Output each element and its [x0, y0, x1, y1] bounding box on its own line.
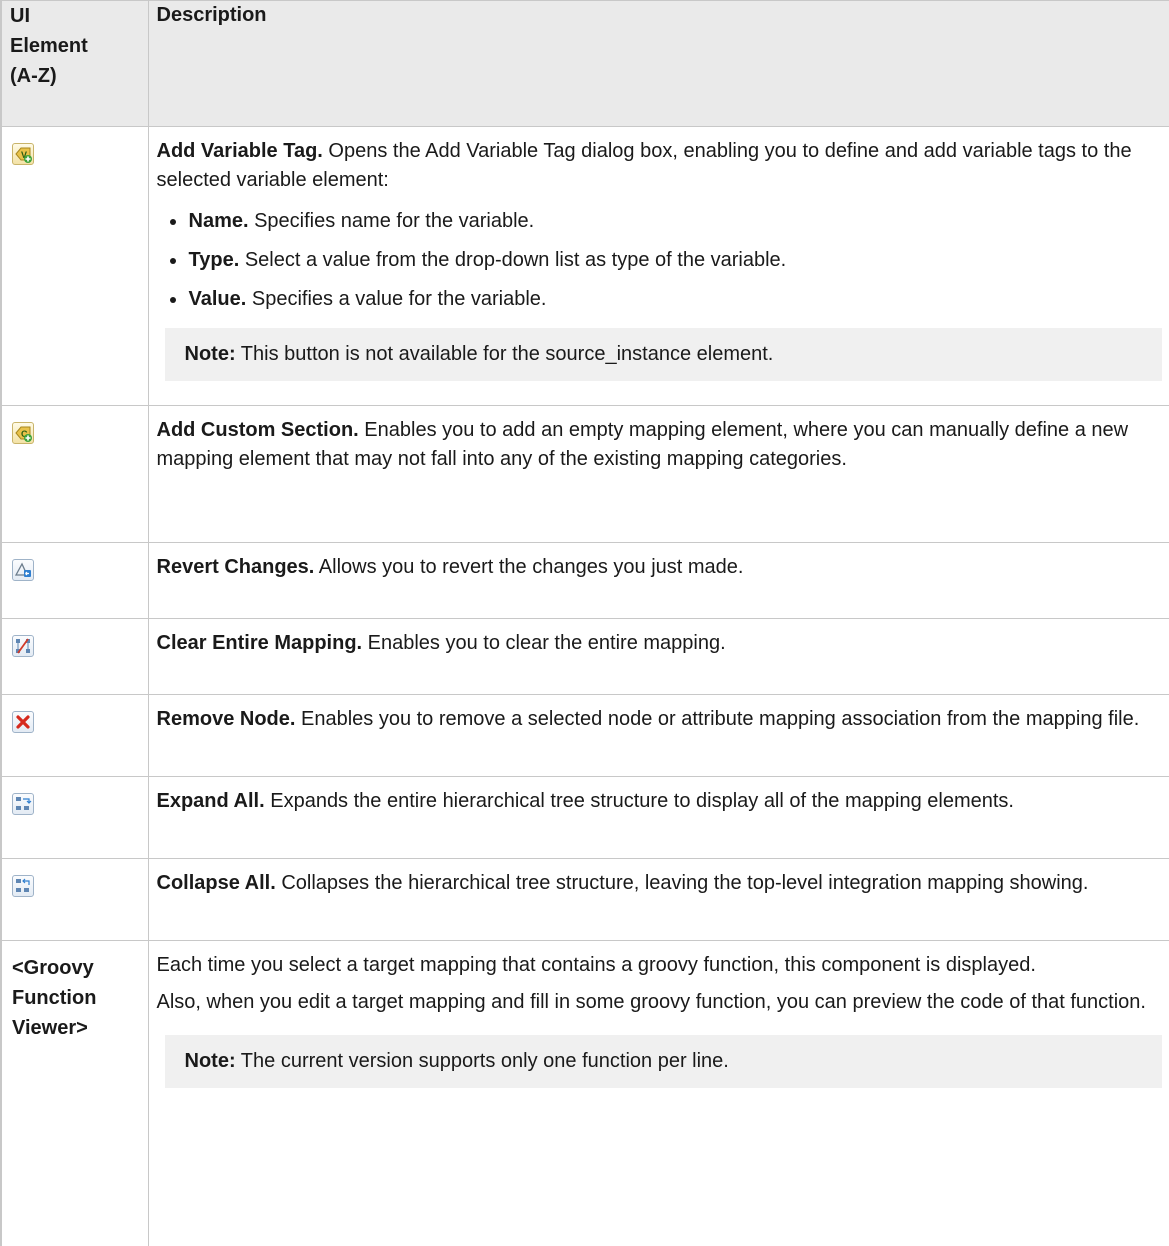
header-ui-element: UI Element (A-Z) [0, 0, 149, 127]
description-text: Collapse All. Collapses the hierarchical… [157, 869, 1163, 898]
element-description: Expands the entire hierarchical tree str… [264, 790, 1014, 812]
ui-element-cell: V [0, 126, 149, 406]
description-cell: Collapse All. Collapses the hierarchical… [147, 858, 1169, 941]
element-description: Enables you to remove a selected node or… [295, 708, 1140, 730]
description-cell: Remove Node. Enables you to remove a sel… [147, 694, 1169, 777]
element-description: Collapses the hierarchical tree structur… [275, 872, 1089, 894]
ui-elements-table: UI Element (A-Z) Description V Add Varia… [0, 0, 1169, 1246]
header-ui-element-line: UI [10, 5, 30, 27]
description-cell: Add Custom Section. Enables you to add a… [147, 405, 1169, 543]
expand-all-icon [12, 793, 34, 815]
table-row: Revert Changes. Allows you to revert the… [0, 542, 1169, 619]
description-cell: Expand All. Expands the entire hierarchi… [147, 776, 1169, 859]
ui-element-cell [0, 694, 149, 777]
header-description: Description [147, 0, 1169, 127]
element-title: Expand All. [156, 790, 265, 812]
remove-node-icon [12, 711, 34, 733]
element-title: Add Variable Tag. [156, 140, 323, 162]
description-text: Add Custom Section. Enables you to add a… [157, 416, 1163, 474]
description-cell: Revert Changes. Allows you to revert the… [147, 542, 1169, 619]
list-item: Type. Select a value from the drop-down … [157, 246, 1163, 275]
ui-element-cell [0, 618, 149, 695]
element-description: Enables you to clear the entire mapping. [362, 632, 726, 654]
list-item-title: Value. [188, 288, 247, 310]
note-box: Note: The current version supports only … [164, 1035, 1162, 1088]
table-row: <Groovy Function Viewer> Each time you s… [0, 940, 1169, 1246]
table-row: Expand All. Expands the entire hierarchi… [0, 776, 1169, 859]
element-title: Add Custom Section. [156, 419, 359, 441]
element-label-line: Viewer> [12, 1017, 88, 1039]
header-ui-element-line: (A-Z) [10, 65, 57, 87]
table-row: V Add Variable Tag. Opens the Add Variab… [0, 126, 1169, 406]
list-item-title: Name. [188, 210, 249, 232]
table-row: Remove Node. Enables you to remove a sel… [0, 694, 1169, 777]
element-title: Collapse All. [156, 872, 276, 894]
revert-changes-icon [12, 559, 34, 581]
add-variable-tag-icon: V [12, 143, 34, 165]
element-label-line: Function [12, 987, 97, 1009]
add-custom-section-icon: C [12, 422, 34, 444]
ui-element-cell [0, 776, 149, 859]
table-row: C Add Custom Section. Enables you to add… [0, 405, 1169, 543]
list-item-text: Specifies name for the variable. [248, 210, 535, 232]
description-text: Expand All. Expands the entire hierarchi… [157, 787, 1163, 816]
description-text: Remove Node. Enables you to remove a sel… [157, 705, 1163, 734]
description-cell: Add Variable Tag. Opens the Add Variable… [147, 126, 1169, 406]
ui-element-cell: <Groovy Function Viewer> [0, 940, 149, 1246]
element-description: Allows you to revert the changes you jus… [314, 556, 744, 578]
list-item-text: Specifies a value for the variable. [246, 288, 547, 310]
table-row: Collapse All. Collapses the hierarchical… [0, 858, 1169, 941]
element-label-line: <Groovy [12, 957, 94, 979]
description-text: Each time you select a target mapping th… [156, 954, 1036, 976]
list-item-title: Type. [188, 249, 240, 271]
list-item-text: Select a value from the drop-down list a… [239, 249, 787, 271]
clear-entire-mapping-icon [12, 635, 34, 657]
table-row: Clear Entire Mapping. Enables you to cle… [0, 618, 1169, 695]
note-text: This button is not available for the sou… [235, 343, 774, 365]
note-box: Note: This button is not available for t… [164, 328, 1162, 381]
description-text: Clear Entire Mapping. Enables you to cle… [157, 629, 1163, 658]
description-text: Revert Changes. Allows you to revert the… [157, 553, 1163, 582]
note-text: The current version supports only one fu… [235, 1050, 729, 1072]
note-label: Note: [184, 343, 236, 365]
ui-element-cell: C [0, 405, 149, 543]
option-list: Name. Specifies name for the variable. T… [157, 207, 1163, 314]
description-cell: Each time you select a target mapping th… [147, 940, 1169, 1246]
collapse-all-icon [12, 875, 34, 897]
element-title: Remove Node. [156, 708, 296, 730]
element-title: Revert Changes. [156, 556, 315, 578]
description-text: Add Variable Tag. Opens the Add Variable… [157, 137, 1163, 195]
ui-element-cell [0, 542, 149, 619]
table-header-row: UI Element (A-Z) Description [0, 0, 1169, 127]
description-text: Also, when you edit a target mapping and… [156, 991, 1146, 1013]
ui-element-cell [0, 858, 149, 941]
list-item: Value. Specifies a value for the variabl… [157, 285, 1163, 314]
header-ui-element-line: Element [10, 35, 88, 57]
list-item: Name. Specifies name for the variable. [157, 207, 1163, 236]
description-cell: Clear Entire Mapping. Enables you to cle… [147, 618, 1169, 695]
element-title: Clear Entire Mapping. [156, 632, 363, 654]
note-label: Note: [184, 1050, 236, 1072]
